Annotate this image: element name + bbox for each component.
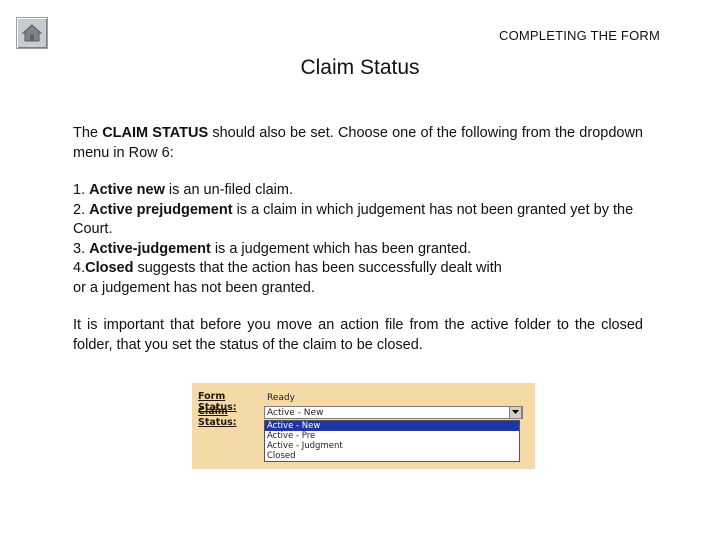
claim-status-row: Claim Status: Active - New	[192, 406, 535, 428]
claim-status-label: Claim Status:	[198, 406, 237, 428]
list-item-term: Active new	[89, 182, 165, 198]
claim-status-dropdown-list: Active - New Active - Pre Active - Judgm…	[264, 420, 520, 462]
intro-bold: CLAIM STATUS	[102, 125, 209, 141]
dropdown-option[interactable]: Active - Pre	[265, 431, 519, 441]
list-item-term: Closed	[85, 260, 134, 276]
list-item-number: 3.	[73, 240, 90, 257]
list-item: 4.Closed suggests that the action has be…	[73, 259, 643, 298]
intro-pre: The	[73, 125, 103, 141]
list-item-text: suggests that the action has been succes…	[133, 260, 502, 276]
form-status-row: Form Status: Ready	[192, 391, 535, 413]
dropdown-button[interactable]	[509, 406, 522, 419]
form-screenshot: Form Status: Ready Claim Status: Active …	[192, 383, 535, 469]
dropdown-option[interactable]: Active - New	[265, 421, 519, 431]
list-item-text: is an un-filed claim.	[164, 182, 294, 198]
home-button[interactable]	[16, 17, 48, 49]
home-icon	[21, 24, 43, 42]
closing-paragraph: It is important that before you move an …	[73, 317, 643, 353]
chevron-down-icon	[512, 410, 519, 414]
list-item-number: 1.	[73, 182, 90, 198]
dropdown-option[interactable]: Active - Judgment	[265, 441, 519, 451]
dropdown-option[interactable]: Closed	[265, 451, 519, 461]
page-title: Claim Status	[300, 56, 420, 79]
status-list: 1. Active new is an un-filed claim. 2. A…	[73, 181, 643, 298]
intro-paragraph: The CLAIM STATUS should also be set. Cho…	[73, 124, 643, 163]
claim-status-select[interactable]: Active - New	[264, 406, 523, 419]
list-item: 1. Active new is an un-filed claim.	[73, 181, 643, 201]
list-item-text: is a judgement which has been granted.	[210, 240, 472, 257]
section-header: COMPLETING THE FORM	[498, 28, 660, 43]
list-item-term: Active-judgement	[89, 240, 211, 257]
list-item: 2. Active prejudgement is a claim in whi…	[73, 201, 643, 240]
list-item-number: 4.	[73, 260, 86, 276]
list-item-term: Active prejudgement	[89, 201, 233, 218]
claim-status-value: Active - New	[267, 408, 324, 418]
form-status-value: Ready	[267, 393, 295, 403]
list-item: 3. Active-judgement is a judgement which…	[73, 240, 643, 260]
list-item-text-continued: or a judgement has not been granted.	[73, 279, 315, 296]
list-item-number: 2.	[73, 201, 90, 218]
